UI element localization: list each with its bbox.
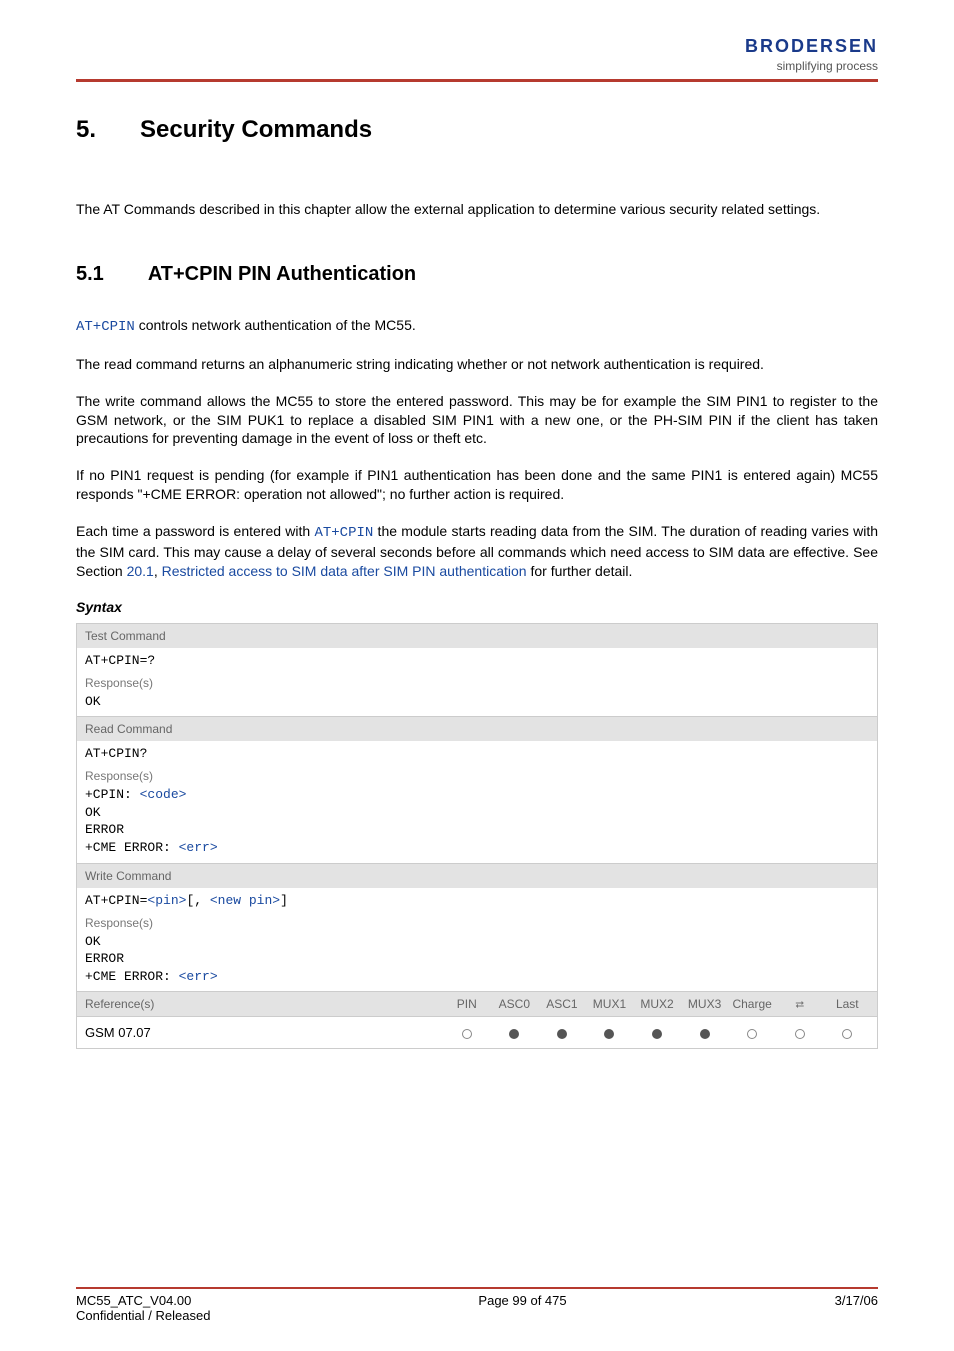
read-command-header: Read Command (77, 717, 877, 741)
state-mux1 (586, 1025, 634, 1040)
state-asc0 (491, 1025, 539, 1040)
col-pin: PIN (443, 997, 491, 1011)
page-footer: MC55_ATC_V04.00 Confidential / Released … (0, 1287, 954, 1351)
state-charge (728, 1025, 776, 1040)
reference-columns-header: PIN ASC0 ASC1 MUX1 MUX2 MUX3 Charge ⮂ La… (437, 992, 877, 1016)
page-header: BRODERSEN simplifying process (76, 36, 878, 73)
state-last (824, 1025, 872, 1040)
footer-confidential: Confidential / Released (76, 1308, 210, 1323)
col-arrows-icon: ⮂ (776, 997, 824, 1012)
syntax-box: Test Command AT+CPIN=? Response(s) OK Re… (76, 623, 878, 992)
col-mux2: MUX2 (633, 997, 681, 1011)
footer-left: MC55_ATC_V04.00 Confidential / Released (76, 1293, 210, 1323)
footer-date: 3/17/06 (835, 1293, 878, 1323)
section-number: 5.1 (76, 263, 104, 286)
reference-table: Reference(s) PIN ASC0 ASC1 MUX1 MUX2 MUX… (76, 992, 878, 1017)
err-param-link[interactable]: <err> (179, 840, 218, 855)
brand-tagline: simplifying process (745, 59, 878, 73)
chapter-title: Security Commands (140, 116, 372, 144)
test-command-header: Test Command (77, 624, 877, 648)
reference-header-label: Reference(s) (77, 992, 437, 1016)
reference-table-body: GSM 07.07 (76, 1017, 878, 1049)
col-charge: Charge (728, 997, 776, 1011)
test-response: OK (77, 690, 877, 717)
reference-states (437, 1017, 877, 1048)
state-pin (443, 1025, 491, 1040)
err-param-link-2[interactable]: <err> (179, 969, 218, 984)
paragraph-2: The read command returns an alphanumeric… (76, 355, 878, 374)
write-command: AT+CPIN=<pin>[, <new pin>] (77, 888, 877, 913)
col-asc0: ASC0 (491, 997, 539, 1011)
state-mux3 (681, 1025, 729, 1040)
chapter-number: 5. (76, 116, 96, 144)
code-param-link[interactable]: <code> (140, 787, 187, 802)
footer-docid: MC55_ATC_V04.00 (76, 1293, 210, 1308)
at-cpin-link[interactable]: AT+CPIN (76, 319, 135, 335)
reference-value: GSM 07.07 (77, 1017, 437, 1048)
section-ref-link[interactable]: 20.1 (127, 563, 154, 579)
paragraph-5: Each time a password is entered with AT+… (76, 522, 878, 581)
chapter-heading: 5. Security Commands (76, 116, 878, 144)
col-mux3: MUX3 (681, 997, 729, 1011)
section-ref-title-link[interactable]: Restricted access to SIM data after SIM … (162, 563, 527, 579)
brand-name: BRODERSEN (745, 36, 878, 57)
read-command: AT+CPIN? (77, 741, 877, 766)
syntax-heading: Syntax (76, 599, 878, 615)
write-command-header: Write Command (77, 864, 877, 888)
pin-param-link[interactable]: <pin> (147, 893, 186, 908)
col-mux1: MUX1 (586, 997, 634, 1011)
footer-divider (76, 1287, 878, 1289)
at-cpin-link-2[interactable]: AT+CPIN (314, 525, 373, 541)
newpin-param-link[interactable]: <new pin> (210, 893, 280, 908)
chapter-intro: The AT Commands described in this chapte… (76, 200, 878, 219)
state-asc1 (538, 1025, 586, 1040)
test-response-label: Response(s) (77, 673, 877, 690)
paragraph-4: If no PIN1 request is pending (for examp… (76, 466, 878, 504)
write-response: OK ERROR +CME ERROR: <err> (77, 930, 877, 992)
brand-logo: BRODERSEN simplifying process (745, 36, 878, 73)
state-mux2 (633, 1025, 681, 1040)
section-heading: 5.1 AT+CPIN PIN Authentication (76, 263, 878, 286)
test-command: AT+CPIN=? (77, 648, 877, 673)
paragraph-1: AT+CPIN controls network authentication … (76, 316, 878, 337)
section-title: AT+CPIN PIN Authentication (148, 263, 416, 286)
write-response-label: Response(s) (77, 913, 877, 930)
col-last: Last (824, 997, 872, 1011)
read-response: +CPIN: <code> OK ERROR +CME ERROR: <err> (77, 783, 877, 862)
col-asc1: ASC1 (538, 997, 586, 1011)
header-divider (76, 79, 878, 82)
paragraph-3: The write command allows the MC55 to sto… (76, 392, 878, 449)
state-arrows (776, 1025, 824, 1040)
read-response-label: Response(s) (77, 766, 877, 783)
footer-pageno: Page 99 of 475 (478, 1293, 566, 1323)
